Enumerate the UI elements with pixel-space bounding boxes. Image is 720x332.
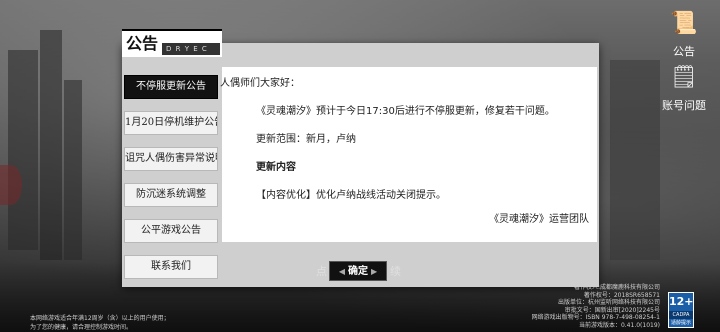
tab-contact-us[interactable]: 联系我们 <box>124 255 218 279</box>
pub-line: 著作权人:成都魔鹿科技有限公司 <box>573 284 660 291</box>
cadpa-label: CADPA <box>669 311 693 319</box>
pub-line: 出版单位：杭州监听网络科技有限公司 <box>557 299 660 306</box>
tab-fair-play[interactable]: 公平游戏公告 <box>124 219 218 243</box>
announcement-content: 人偶师们大家好： 《灵魂潮汐》预计于今日17:30后进行不停服更新，修复若干问题… <box>220 67 597 242</box>
cadpa-age-rating-badge: 12+ CADPA 适龄提示 <box>668 292 694 328</box>
publishing-info: 著作权人:成都魔鹿科技有限公司 著作权号：2018SR658571 出版单位：杭… <box>460 284 660 329</box>
bg-tower <box>610 60 660 260</box>
content-greeting: 人偶师们大家好： <box>220 78 300 89</box>
notice-label: 公告 <box>673 45 695 58</box>
confirm-button[interactable]: ◀ 确定 ▶ <box>329 261 387 281</box>
confirm-label: 确定 <box>348 266 368 277</box>
notice-button[interactable]: 📜 公告 <box>660 8 708 59</box>
cadpa-age: 适龄提示 <box>670 320 691 326</box>
arrow-left-icon: ◀ <box>338 267 345 276</box>
bg-tower <box>8 50 38 250</box>
account-issue-label: 账号问题 <box>662 99 706 112</box>
age-notice-line: 为了您的健康，请合理控制游戏时间。 <box>30 324 133 331</box>
scroll-icon: 📜 <box>670 11 698 36</box>
dialog-title-tab: 公告 D R Y E C <box>122 29 222 57</box>
content-line: 更新范围：新月，卢纳 <box>256 134 356 145</box>
bg-tower <box>64 80 82 260</box>
content-heading: 更新内容 <box>256 162 296 173</box>
age-notice-line: 本网络游戏适合年满12周岁（含）以上的用户使用； <box>30 315 170 322</box>
ghost-text: 续 <box>390 265 401 278</box>
bg-flower <box>0 165 22 205</box>
announcement-tabs: 不停服更新公告 1月20日停机维护公告 诅咒人偶伤害异常说明 防沉迷系统调整 公… <box>124 75 220 291</box>
dialog-subtitle: D R Y E C <box>162 43 220 55</box>
bg-tower <box>40 30 62 260</box>
tab-damage-explanation[interactable]: 诅咒人偶伤害异常说明 <box>124 147 218 171</box>
pub-line: 网络游戏出版物号：ISBN 978-7-498-08254-1 <box>531 314 660 321</box>
content-line: 【内容优化】优化卢纳战线活动关闭提示。 <box>256 190 446 201</box>
content-signature: 《灵魂潮汐》运营团队 <box>489 214 589 225</box>
document-question-icon: 🗒 <box>670 65 698 90</box>
pub-line: 著作权号：2018SR658571 <box>583 291 660 299</box>
age-notice: 本网络游戏适合年满12周岁（含）以上的用户使用； 为了您的健康，请合理控制游戏时… <box>30 314 170 332</box>
content-line: 《灵魂潮汐》预计于今日17:30后进行不停服更新，修复若干问题。 <box>256 106 555 117</box>
pub-line: 当前游戏版本：0.41.0(1019) <box>578 321 660 329</box>
tab-maintenance-notice[interactable]: 1月20日停机维护公告 <box>124 111 218 135</box>
pub-line: 审批文号：国新出审[2020]2245号 <box>564 306 660 314</box>
dialog-title: 公告 <box>126 34 159 53</box>
tab-anti-addiction[interactable]: 防沉迷系统调整 <box>124 183 218 207</box>
ghost-text: 点 <box>316 265 327 278</box>
announcement-dialog: 公告 D R Y E C 不停服更新公告 1月20日停机维护公告 诅咒人偶伤害异… <box>122 29 599 287</box>
arrow-right-icon: ▶ <box>371 267 378 276</box>
tab-update-notice[interactable]: 不停服更新公告 <box>124 75 218 99</box>
account-issue-button[interactable]: 🗒 账号问题 <box>660 62 708 113</box>
cadpa-number: 12+ <box>669 295 694 308</box>
